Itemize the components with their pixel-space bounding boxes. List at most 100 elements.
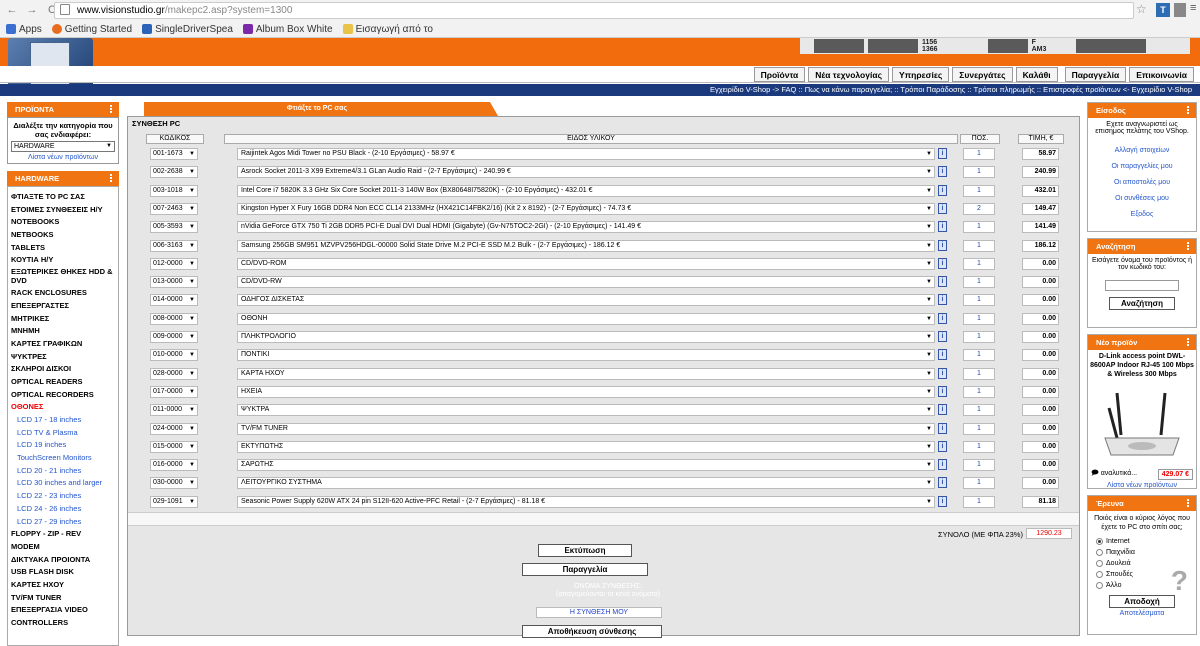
item-select[interactable]: ΠΛΗΚΤΡΟΛΟΓΙΟ ▼ (237, 331, 935, 343)
category-item[interactable]: TouchScreen Monitors (11, 452, 115, 465)
info-icon[interactable]: i (938, 276, 947, 288)
item-select[interactable]: ΗΧΕΙΑ ▼ (237, 385, 935, 398)
new-product-name[interactable]: D-Link access point DWL-8600AP Indoor RJ… (1088, 350, 1196, 381)
category-item[interactable]: ΔΙΚΤΥΑΚΑ ΠΡΟΙΟΝΤΑ (11, 554, 115, 567)
quantity-input[interactable]: 1 (963, 440, 995, 453)
code-select[interactable]: 015-0000 ▼ (150, 440, 198, 453)
item-select[interactable]: ΣΑΡΩΤΗΣ ▼ (237, 459, 935, 472)
quantity-input[interactable]: 1 (963, 184, 995, 197)
info-icon[interactable]: i (938, 367, 947, 379)
item-select[interactable]: TV/FM TUNER ▼ (237, 422, 935, 435)
item-select[interactable]: ΠΟΝΤΙΚΙ ▼ (237, 349, 935, 362)
category-item[interactable]: RACK ENCLOSURES (11, 287, 115, 300)
breadcrumb[interactable]: Εγχειρίδιο V-Shop -> FAQ :: Πως να κάνω … (0, 84, 1200, 96)
code-select[interactable]: 011-0000 ▼ (150, 404, 198, 417)
search-button[interactable]: Αναζήτηση (1109, 297, 1175, 310)
item-select[interactable]: Seasonic Power Supply 620W ATX 24 pin S1… (237, 495, 935, 508)
nav-cart[interactable]: Καλάθι (1015, 67, 1058, 82)
category-item[interactable]: ΚΟΥΤΙΑ Η/Υ (11, 254, 115, 267)
item-select[interactable]: ΕΚΤΥΠΩΤΗΣ ▼ (237, 440, 935, 453)
category-item[interactable]: LCD 22 - 23 inches (11, 490, 115, 503)
code-select[interactable]: 010-0000 ▼ (150, 349, 198, 362)
category-item[interactable]: OPTICAL RECORDERS (11, 389, 115, 402)
quantity-input[interactable]: 1 (963, 349, 995, 362)
category-item[interactable]: ΕΤΟΙΜΕΣ ΣΥΝΘΕΣΕΙΣ Η/Υ (11, 204, 115, 217)
print-button[interactable]: Εκτύπωση (538, 544, 632, 557)
category-item[interactable]: ΨΥΚΤΡΕΣ (11, 351, 115, 364)
code-select[interactable]: 016-0000 ▼ (150, 459, 198, 472)
quantity-input[interactable]: 1 (963, 477, 995, 490)
category-item[interactable]: ΕΠΕΞΕΡΓΑΣΙΑ VIDEO (11, 604, 115, 617)
category-item[interactable]: LCD 24 - 26 inches (11, 503, 115, 516)
info-icon[interactable]: i (938, 404, 947, 416)
info-icon[interactable]: i (938, 148, 947, 159)
details-link[interactable]: 🗩 αναλυτικά... (1091, 469, 1137, 480)
link-my-shipments[interactable]: Οι αποστολές μου (1088, 179, 1196, 186)
router-image[interactable] (1097, 383, 1187, 465)
composition-name-input[interactable]: Η ΣΥΝΘΕΣΗ ΜΟΥ (536, 607, 662, 618)
code-select[interactable]: 005-3593 ▼ (150, 221, 198, 234)
code-select[interactable]: 006-3163 ▼ (150, 239, 198, 252)
category-item[interactable]: ΚΑΡΤΕΣ ΗΧΟΥ (11, 579, 115, 592)
category-item[interactable]: MODEM (11, 541, 115, 554)
nav-products[interactable]: Προϊόντα (753, 67, 806, 82)
info-icon[interactable]: i (938, 257, 947, 269)
address-bar[interactable]: www.visionstudio.gr/makepc2.asp?system=1… (54, 2, 1134, 19)
info-icon[interactable]: i (938, 166, 947, 178)
item-select[interactable]: ΛΕΙΤΟΥΡΓΙΚΟ ΣΥΣΤΗΜΑ ▼ (237, 477, 935, 490)
item-select[interactable]: Intel Core i7 5820K 3.3 GHz Six Core Soc… (237, 184, 935, 197)
new-products-list-link[interactable]: Λίστα νέων προϊόντων (1088, 482, 1196, 489)
info-icon[interactable]: i (938, 385, 947, 397)
radio-button-icon[interactable] (1096, 560, 1103, 567)
category-item[interactable]: NETBOOKS (11, 229, 115, 242)
category-item[interactable]: TABLETS (11, 242, 115, 255)
menu-icon[interactable]: ≡ (1190, 2, 1196, 14)
code-select[interactable]: 014-0000 ▼ (150, 294, 198, 307)
category-item[interactable]: LCD 19 inches (11, 439, 115, 452)
quantity-input[interactable]: 1 (963, 166, 995, 179)
quantity-input[interactable]: 1 (963, 148, 995, 160)
order-button[interactable]: Παραγγελία (522, 563, 648, 576)
item-select[interactable]: Kingston Hyper X Fury 16GB DDR4 Non ECC … (237, 202, 935, 215)
category-item[interactable]: OPTICAL READERS (11, 376, 115, 389)
quantity-input[interactable]: 1 (963, 422, 995, 435)
forward-icon[interactable]: → (24, 4, 40, 16)
code-select[interactable]: 029-1091 ▼ (150, 495, 198, 508)
nav-partners[interactable]: Συνεργάτες (952, 67, 1013, 82)
item-select[interactable]: ΟΘΟΝΗ ▼ (237, 312, 935, 325)
info-icon[interactable]: i (938, 312, 947, 324)
category-select[interactable]: HARDWARE ▼ (11, 141, 115, 152)
search-input[interactable] (1105, 280, 1179, 291)
category-item[interactable]: ΟΘΟΝΕΣ (11, 401, 115, 414)
code-select[interactable]: 001-1673 ▼ (150, 148, 198, 160)
category-item[interactable]: ΦΤΙΑΞΤΕ ΤΟ PC ΣΑΣ (11, 191, 115, 204)
category-item[interactable]: TV/FM TUNER (11, 592, 115, 605)
code-select[interactable]: 030-0000 ▼ (150, 477, 198, 490)
info-icon[interactable]: i (938, 202, 947, 214)
extension-icon[interactable] (1174, 3, 1186, 17)
category-item[interactable]: LCD 20 - 21 inches (11, 465, 115, 478)
quantity-input[interactable]: 1 (963, 312, 995, 325)
back-icon[interactable]: ← (4, 4, 20, 16)
category-item[interactable]: LCD TV & Plasma (11, 427, 115, 440)
nav-tech-news[interactable]: Νέα τεχνολογίας (808, 67, 889, 82)
quantity-input[interactable]: 1 (963, 495, 995, 508)
poll-submit-button[interactable]: Αποδοχή (1109, 595, 1175, 608)
quantity-input[interactable]: 1 (963, 331, 995, 343)
radio-button-icon[interactable] (1096, 538, 1103, 545)
item-select[interactable]: CD/DVD-ROM ▼ (237, 257, 935, 270)
code-select[interactable]: 012-0000 ▼ (150, 257, 198, 270)
category-item[interactable]: ΚΑΡΤΕΣ ΓΡΑΦΙΚΩΝ (11, 338, 115, 351)
category-item[interactable]: ΕΠΕΞΕΡΓΑΣΤΕΣ (11, 300, 115, 313)
category-item[interactable]: ΜΗΤΡΙΚΕΣ (11, 313, 115, 326)
item-select[interactable]: nVidia GeForce GTX 750 Ti 2GB DDR5 PCI-E… (237, 221, 935, 234)
info-icon[interactable]: i (938, 239, 947, 251)
quantity-input[interactable]: 1 (963, 221, 995, 234)
category-item[interactable]: LCD 30 inches and larger (11, 477, 115, 490)
code-select[interactable]: 003-1018 ▼ (150, 184, 198, 197)
category-item[interactable]: CONTROLLERS (11, 617, 115, 630)
category-item[interactable]: ΣΚΛΗΡΟΙ ΔΙΣΚΟΙ (11, 363, 115, 376)
code-select[interactable]: 017-0000 ▼ (150, 385, 198, 398)
info-icon[interactable]: i (938, 221, 947, 233)
item-select[interactable]: ΨΥΚΤΡΑ ▼ (237, 404, 935, 417)
